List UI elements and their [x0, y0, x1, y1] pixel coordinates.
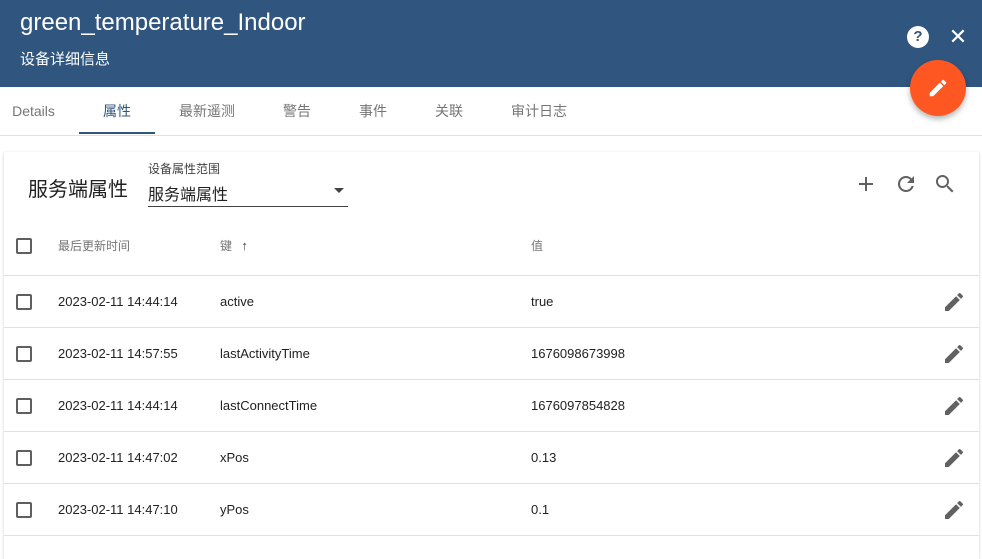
row-value: 0.13: [531, 450, 557, 465]
pencil-icon: [945, 292, 964, 311]
table-row[interactable]: 2023-02-11 14:57:55 lastActivityTime 167…: [4, 328, 979, 380]
edit-attribute-button[interactable]: [942, 394, 966, 418]
row-checkbox[interactable]: [16, 450, 32, 466]
row-time: 2023-02-11 14:47:10: [58, 502, 178, 517]
tab-events[interactable]: 事件: [339, 87, 407, 135]
row-checkbox[interactable]: [16, 294, 32, 310]
add-attribute-button[interactable]: [854, 172, 878, 196]
column-value[interactable]: 值: [531, 222, 543, 270]
row-time: 2023-02-11 14:47:02: [58, 450, 178, 465]
row-key: active: [220, 294, 254, 309]
column-key-label: 键: [220, 239, 233, 253]
card-title: 服务端属性: [28, 179, 128, 201]
edit-attribute-button[interactable]: [942, 342, 966, 366]
row-value: 1676097854828: [531, 398, 625, 413]
edit-attribute-button[interactable]: [942, 498, 966, 522]
row-value: true: [531, 294, 554, 309]
tab-details[interactable]: Details: [0, 87, 67, 135]
scope-label: 设备属性范围: [148, 162, 221, 176]
attributes-card: 服务端属性 设备属性范围 服务端属性 最后更新时间 键 ↑ 值 2023-02-…: [4, 152, 979, 559]
dialog-header: green_temperature_Indoor 设备详细信息 ? ✕: [0, 0, 982, 87]
table-row[interactable]: 2023-02-11 14:47:02 xPos 0.13: [4, 432, 979, 484]
pencil-icon: [929, 79, 947, 97]
pencil-icon: [945, 500, 964, 519]
search-icon: [936, 175, 954, 193]
tab-audit-logs[interactable]: 审计日志: [497, 87, 581, 135]
tab-relations[interactable]: 关联: [415, 87, 483, 135]
tab-bar: Details 属性 最新遥测 警告 事件 关联 审计日志: [0, 87, 982, 136]
tab-attributes[interactable]: 属性: [79, 87, 155, 135]
table-row[interactable]: 2023-02-11 14:44:14 active true: [4, 276, 979, 328]
row-checkbox[interactable]: [16, 502, 32, 518]
pencil-icon: [945, 396, 964, 415]
attribute-scope-select[interactable]: 服务端属性: [148, 178, 348, 207]
header-subtitle: 设备详细信息: [20, 51, 111, 68]
search-button[interactable]: [933, 172, 957, 196]
refresh-icon: [897, 175, 914, 192]
table-row[interactable]: 2023-02-11 14:47:10 yPos 0.1: [4, 484, 979, 536]
pencil-icon: [945, 344, 964, 363]
row-time: 2023-02-11 14:44:14: [58, 294, 178, 309]
row-value: 1676098673998: [531, 346, 625, 361]
edit-attribute-button[interactable]: [942, 290, 966, 314]
edit-attribute-button[interactable]: [942, 446, 966, 470]
tab-alarms[interactable]: 警告: [263, 87, 331, 135]
row-checkbox[interactable]: [16, 398, 32, 414]
row-key: yPos: [220, 502, 249, 517]
sort-ascending-icon: ↑: [241, 238, 248, 253]
column-last-update[interactable]: 最后更新时间: [58, 222, 130, 270]
active-tab-indicator: [79, 132, 155, 134]
close-icon[interactable]: ✕: [946, 23, 970, 51]
column-key[interactable]: 键 ↑: [220, 222, 248, 270]
help-icon[interactable]: ?: [907, 26, 929, 48]
plus-icon: [859, 177, 873, 191]
pencil-icon: [945, 448, 964, 467]
device-name: green_temperature_Indoor: [20, 9, 306, 36]
refresh-button[interactable]: [894, 172, 918, 196]
row-time: 2023-02-11 14:44:14: [58, 398, 178, 413]
tab-latest-telemetry[interactable]: 最新遥测: [163, 87, 251, 135]
row-key: xPos: [220, 450, 249, 465]
row-key: lastConnectTime: [220, 398, 318, 413]
row-value: 0.1: [531, 502, 550, 517]
scope-value: 服务端属性: [148, 187, 229, 204]
select-all-checkbox[interactable]: [16, 238, 32, 254]
dropdown-arrow-icon: [334, 188, 344, 193]
table-row[interactable]: 2023-02-11 14:44:14 lastConnectTime 1676…: [4, 380, 979, 432]
edit-device-button[interactable]: [910, 60, 966, 116]
row-time: 2023-02-11 14:57:55: [58, 346, 178, 361]
row-checkbox[interactable]: [16, 346, 32, 362]
row-key: lastActivityTime: [220, 346, 310, 361]
table-header: 最后更新时间 键 ↑ 值: [4, 222, 979, 276]
